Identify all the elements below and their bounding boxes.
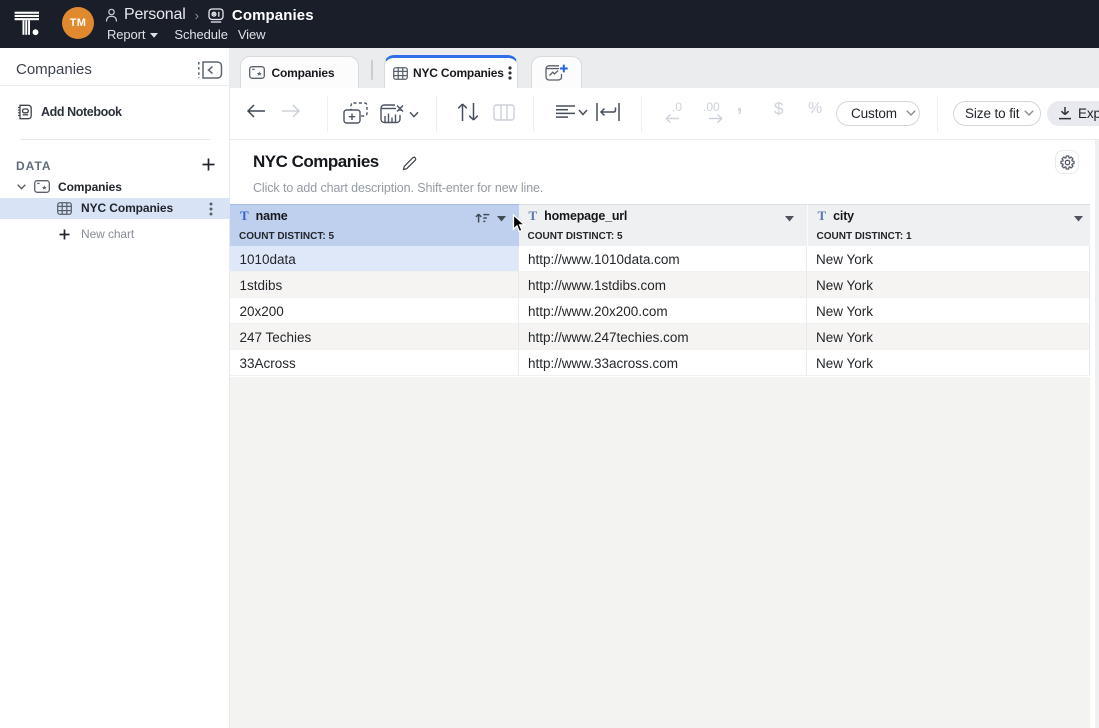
svg-text:.00: .00: [703, 101, 720, 114]
svg-text:.0: .0: [672, 101, 682, 114]
